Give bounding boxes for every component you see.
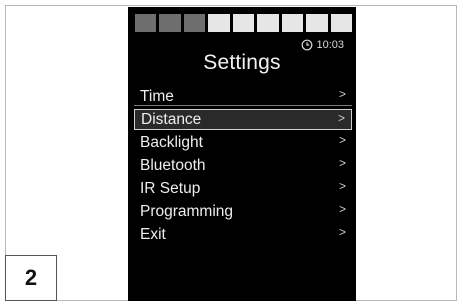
chevron-right-icon: >: [338, 156, 346, 170]
menu-item-exit[interactable]: Exit >: [134, 224, 352, 245]
device-screen: 10:03 Settings Time > Distance > Backlight > B…: [128, 7, 356, 301]
battery-segment: [232, 14, 255, 32]
menu-item-label: Time: [140, 87, 174, 105]
menu-item-time[interactable]: Time >: [134, 86, 352, 107]
battery-segment: [281, 14, 304, 32]
menu-item-label: IR Setup: [140, 179, 201, 197]
menu-item-ir-setup[interactable]: IR Setup >: [134, 178, 352, 199]
menu-item-label: Backlight: [140, 133, 203, 151]
step-number-badge: 2: [5, 255, 57, 301]
battery-segment: [306, 14, 328, 32]
clock-time: 10:03: [316, 39, 344, 51]
chevron-right-icon: >: [338, 225, 346, 239]
chevron-right-icon: >: [338, 133, 346, 147]
menu-item-bluetooth[interactable]: Bluetooth >: [134, 155, 352, 176]
battery-segment: [330, 14, 352, 32]
battery-segment: [257, 14, 279, 32]
battery-segment: [135, 14, 157, 32]
settings-menu: Time > Distance > Backlight > Bluetooth > IR Set…: [128, 86, 356, 247]
menu-item-label: Programming: [140, 202, 234, 220]
battery-segment: [183, 14, 206, 32]
battery-segment: [208, 14, 230, 32]
menu-item-distance[interactable]: Distance >: [134, 109, 352, 130]
chevron-right-icon: >: [338, 179, 346, 193]
chevron-right-icon: >: [337, 111, 345, 125]
battery-indicator: [135, 14, 352, 32]
menu-item-label: Exit: [140, 225, 166, 243]
chevron-right-icon: >: [338, 87, 346, 101]
menu-item-programming[interactable]: Programming >: [134, 201, 352, 222]
chevron-right-icon: >: [338, 202, 346, 216]
step-number: 2: [24, 265, 38, 290]
clock-icon: [302, 39, 313, 51]
menu-item-backlight[interactable]: Backlight >: [134, 132, 352, 153]
battery-segment: [159, 14, 181, 32]
screen-title: Settings: [203, 51, 281, 74]
menu-item-label: Distance: [141, 110, 202, 128]
menu-item-label: Bluetooth: [140, 156, 206, 174]
status-clock: 10:03: [301, 38, 344, 52]
